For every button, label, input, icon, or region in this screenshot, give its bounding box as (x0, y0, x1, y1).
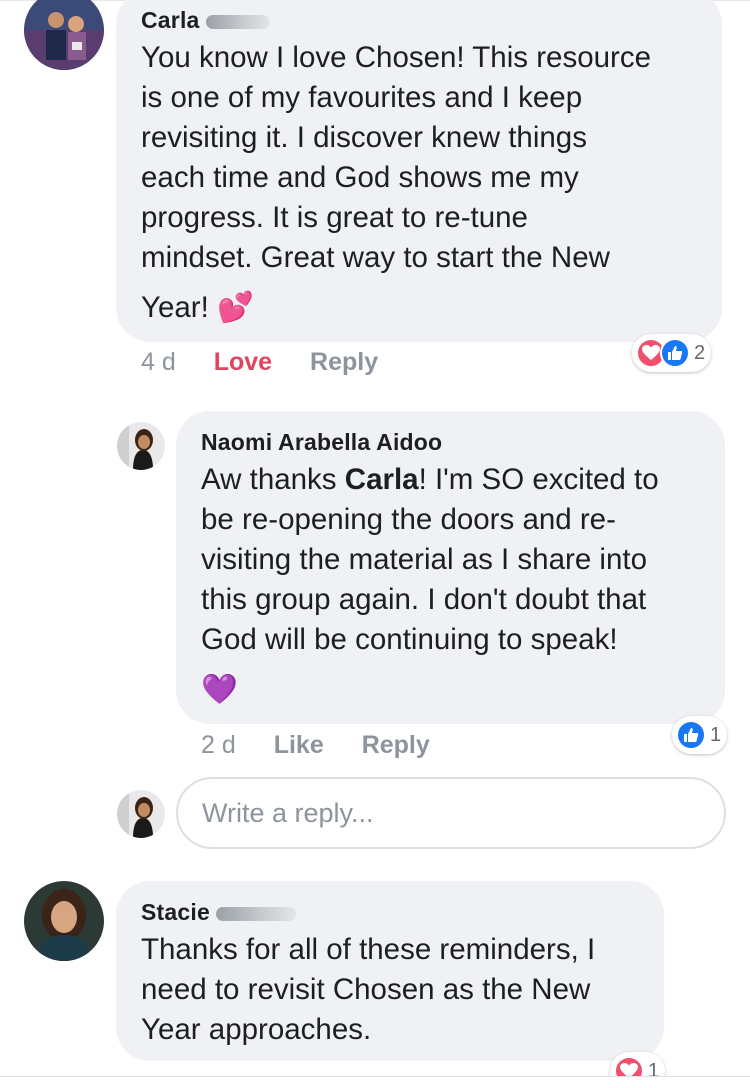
body-line: Year approaches. (141, 1013, 372, 1046)
comment-body: Aw thanks Carla! I'm SO excited to be re… (201, 460, 716, 710)
body-text: ! I'm SO excited to (418, 463, 659, 496)
author-name[interactable]: Carla (141, 7, 200, 33)
like-button[interactable]: Like (274, 731, 324, 759)
body-text: Year! (141, 291, 209, 324)
body-line: visiting the material as I share into (201, 543, 647, 576)
body-line: You know I love Chosen! This resource (141, 41, 651, 74)
reply-input-container[interactable] (176, 777, 726, 849)
body-line: this group again. I don't doubt that (201, 583, 647, 616)
mention-link[interactable]: Carla (345, 463, 419, 496)
timestamp[interactable]: 4 d (141, 348, 176, 376)
reply-button[interactable]: Reply (362, 731, 430, 759)
avatar-carla[interactable] (24, 0, 104, 70)
blurred-surname (205, 14, 270, 29)
body-line: each time and God shows me my (141, 161, 579, 194)
avatar-current-user (117, 790, 165, 838)
body-line: God will be continuing to speak! (201, 623, 618, 656)
avatar-stacie[interactable] (24, 881, 104, 961)
author-name[interactable]: Stacie (141, 899, 210, 925)
comment-actions: 4 d Love Reply (141, 348, 378, 377)
comment-author[interactable]: Carla (141, 7, 270, 34)
comment-body: Thanks for all of these reminders, I nee… (141, 930, 656, 1050)
body-line: be re-opening the doors and re- (201, 503, 616, 536)
body-line: Thanks for all of these reminders, I (141, 933, 596, 966)
body-line: is one of my favourites and I keep (141, 81, 583, 114)
blurred-surname (215, 906, 296, 921)
reply-input[interactable] (178, 779, 724, 847)
avatar-naomi[interactable] (117, 422, 165, 470)
body-line: Aw thanks Carla! I'm SO excited to (201, 460, 716, 500)
thumbs-up-reaction-icon (660, 338, 690, 368)
body-line: progress. It is great to re-tune (141, 201, 528, 234)
purple-heart-emoji: 💜 (201, 673, 238, 706)
reaction-count: 1 (710, 723, 722, 746)
timestamp[interactable]: 2 d (201, 731, 236, 759)
two-hearts-emoji: 💕 (217, 291, 254, 324)
comment-author[interactable]: Stacie (141, 899, 296, 926)
comment-author[interactable]: Naomi Arabella Aidoo (201, 429, 442, 456)
bottom-bar (0, 1076, 750, 1088)
reply-button[interactable]: Reply (310, 348, 378, 376)
body-text: Aw thanks (201, 463, 345, 496)
body-line: need to revisit Chosen as the New (141, 973, 591, 1006)
comment-actions: 2 d Like Reply (201, 731, 430, 760)
thumbs-up-reaction-icon (676, 720, 706, 750)
body-last-line: Year! 💕 (141, 288, 711, 328)
reaction-summary[interactable]: 2 (632, 334, 712, 372)
body-line: mindset. Great way to start the New (141, 241, 610, 274)
comment-body: You know I love Chosen! This resource is… (141, 38, 711, 328)
love-button[interactable]: Love (214, 348, 272, 376)
author-name[interactable]: Naomi Arabella Aidoo (201, 429, 442, 455)
reaction-count: 2 (694, 341, 706, 364)
body-line: revisiting it. I discover knew things (141, 121, 587, 154)
reaction-summary[interactable]: 1 (672, 716, 728, 754)
